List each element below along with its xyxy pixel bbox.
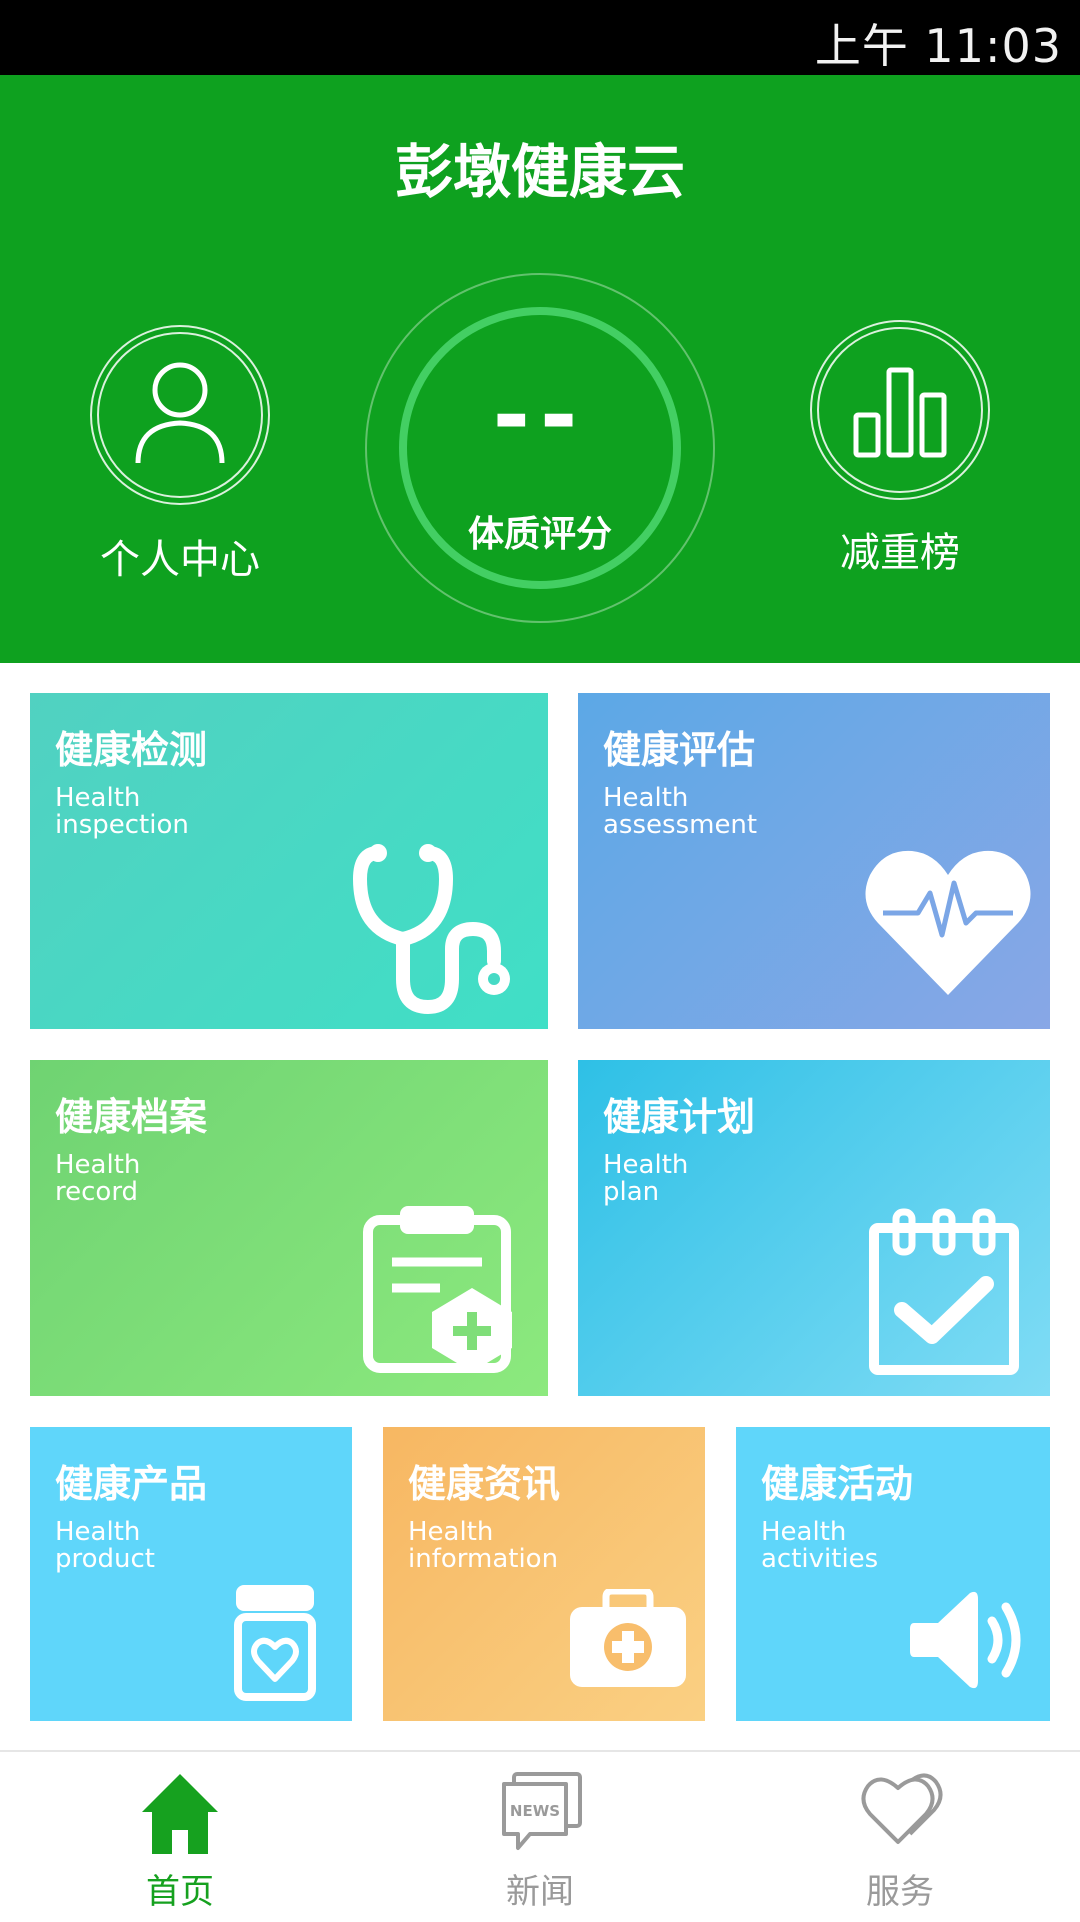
tile-title: 健康计划 bbox=[603, 1095, 756, 1139]
tile-title: 健康产品 bbox=[55, 1462, 208, 1506]
tile-health-information[interactable]: 健康资讯 Health information bbox=[383, 1427, 705, 1721]
tile-subtitle: Health activities bbox=[761, 1517, 879, 1574]
bar-chart-icon bbox=[853, 367, 947, 458]
tile-subtitle: Health product bbox=[55, 1517, 156, 1574]
tile-subtitle: Health assessment bbox=[603, 783, 758, 840]
tab-home[interactable]: 首页 bbox=[0, 1752, 360, 1922]
tab-news-label: 新闻 bbox=[506, 1872, 574, 1912]
status-bar: 上午 11:03 bbox=[0, 0, 1080, 75]
calendar-check-icon bbox=[869, 1208, 1019, 1375]
tile-health-plan[interactable]: 健康计划 Health plan bbox=[578, 1060, 1050, 1396]
tab-services-label: 服务 bbox=[866, 1872, 934, 1912]
status-time: 上午 11:03 bbox=[814, 19, 1062, 73]
personal-center-button[interactable]: 个人中心 bbox=[80, 325, 280, 645]
header: 彭墩健康云 个人中心 -- 体质评分 减重榜 bbox=[0, 75, 1080, 663]
weight-loss-ranking-label: 减重榜 bbox=[840, 530, 960, 576]
tab-home-label: 首页 bbox=[146, 1872, 214, 1912]
tile-title: 健康资讯 bbox=[408, 1462, 561, 1506]
speaker-icon bbox=[910, 1591, 1021, 1689]
tile-health-assessment[interactable]: 健康评估 Health assessment bbox=[578, 693, 1050, 1029]
home-icon bbox=[142, 1774, 218, 1854]
physique-score-label: 体质评分 bbox=[467, 514, 612, 555]
heart-pulse-icon bbox=[865, 850, 1031, 995]
hearts-icon bbox=[861, 1773, 943, 1844]
tile-subtitle: Health record bbox=[55, 1150, 141, 1207]
feature-grid: 健康检测 Health inspection 健康评估 Health assessm… bbox=[0, 663, 1080, 1750]
tile-health-product[interactable]: 健康产品 Health product bbox=[30, 1427, 352, 1721]
tab-services[interactable]: 服务 bbox=[720, 1752, 1080, 1922]
tile-title: 健康档案 bbox=[55, 1095, 208, 1139]
clipboard-plus-icon bbox=[363, 1206, 512, 1373]
physique-score-value: -- bbox=[492, 363, 588, 468]
news-icon: NEWS bbox=[502, 1772, 582, 1850]
tile-subtitle: Health inspection bbox=[55, 783, 189, 840]
medkit-icon bbox=[570, 1589, 686, 1687]
tile-title: 健康活动 bbox=[761, 1462, 914, 1506]
tile-health-inspection[interactable]: 健康检测 Health inspection bbox=[30, 693, 548, 1029]
personal-center-label: 个人中心 bbox=[100, 537, 260, 583]
tile-title: 健康评估 bbox=[603, 728, 756, 772]
jar-heart-icon bbox=[234, 1585, 316, 1701]
tile-subtitle: Health information bbox=[408, 1517, 559, 1574]
person-icon bbox=[135, 362, 225, 464]
tile-health-activities[interactable]: 健康活动 Health activities bbox=[736, 1427, 1050, 1721]
physique-score-button[interactable]: -- 体质评分 bbox=[365, 273, 715, 623]
news-icon-text: NEWS bbox=[510, 1802, 560, 1820]
bottom-nav: 首页 NEWS 新闻 服务 bbox=[0, 1750, 1080, 1922]
tile-health-record[interactable]: 健康档案 Health record bbox=[30, 1060, 548, 1396]
weight-loss-ranking-button[interactable]: 减重榜 bbox=[800, 320, 1000, 640]
tab-news[interactable]: NEWS 新闻 bbox=[360, 1752, 720, 1922]
app-title: 彭墩健康云 bbox=[394, 138, 685, 206]
stethoscope-icon bbox=[352, 844, 510, 1015]
tile-title: 健康检测 bbox=[55, 728, 208, 772]
tile-subtitle: Health plan bbox=[603, 1150, 689, 1207]
